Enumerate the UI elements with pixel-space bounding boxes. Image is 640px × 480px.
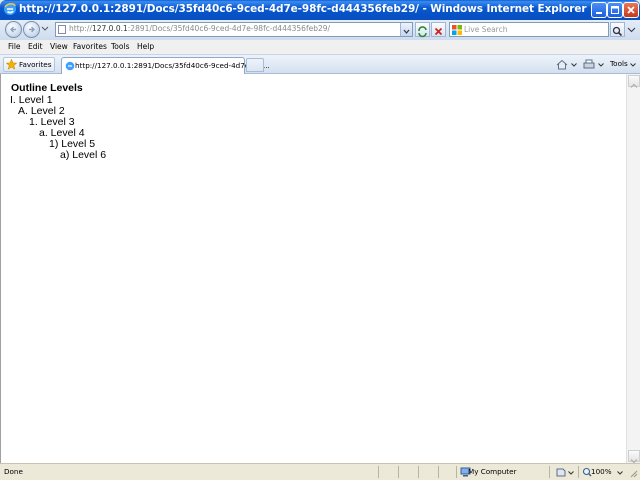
forward-button[interactable]	[23, 21, 40, 38]
protected-mode-dropdown-icon[interactable]	[568, 471, 574, 475]
search-options-dropdown-icon[interactable]	[627, 27, 636, 33]
tab-active-page[interactable]: http://127.0.0.1:2891/Docs/35fd40c6-9ced…	[61, 57, 270, 74]
new-tab-button[interactable]	[246, 58, 264, 72]
chevron-down-icon	[403, 29, 410, 34]
arrow-up-icon	[630, 83, 638, 88]
minimize-button[interactable]	[591, 2, 607, 18]
ie-logo-icon	[4, 3, 16, 15]
favorites-label: Favorites	[19, 60, 52, 69]
tools-dropdown-icon[interactable]	[630, 63, 636, 67]
page-heading: Outline Levels	[11, 82, 83, 94]
menu-edit[interactable]: Edit	[28, 42, 43, 51]
favorites-star-icon	[6, 59, 17, 70]
page-icon	[58, 25, 66, 34]
menu-help[interactable]: Help	[137, 42, 154, 51]
status-divider	[438, 466, 439, 478]
tab-title: http://127.0.0.1:2891/Docs/35fd40c6-9ced…	[75, 61, 270, 70]
close-button[interactable]	[623, 2, 639, 18]
tools-menu-button[interactable]: Tools	[610, 59, 628, 68]
status-text: Done	[4, 467, 23, 476]
ie-window: http://127.0.0.1:2891/Docs/35fd40c6-9ced…	[0, 0, 640, 480]
search-button[interactable]	[610, 22, 625, 37]
menu-view[interactable]: View	[50, 42, 68, 51]
resize-grip-icon[interactable]	[629, 469, 638, 478]
tab-bar: Favorites http://127.0.0.1:2891/Docs/35f…	[0, 54, 640, 74]
status-divider	[418, 466, 419, 478]
address-dropdown-button[interactable]	[400, 23, 412, 36]
page-content: Outline Levels I. Level 1 A. Level 2 1. …	[0, 74, 626, 463]
recent-pages-dropdown-icon[interactable]	[41, 26, 49, 32]
status-divider	[398, 466, 399, 478]
outline-level-6: a) Level 6	[60, 149, 107, 161]
menu-favorites[interactable]: Favorites	[73, 42, 107, 51]
search-box[interactable]: Live Search	[449, 22, 609, 37]
home-icon[interactable]	[556, 59, 568, 70]
maximize-icon	[611, 6, 619, 14]
window-title: http://127.0.0.1:2891/Docs/35fd40c6-9ced…	[19, 3, 587, 15]
search-icon	[612, 26, 623, 37]
menu-bar: File Edit View Favorites Tools Help	[0, 40, 640, 54]
stop-icon	[434, 27, 443, 36]
status-bar: Done My Computer 100%	[0, 463, 640, 480]
print-icon[interactable]	[583, 59, 595, 70]
protected-mode-icon[interactable]	[555, 467, 567, 477]
status-divider	[549, 466, 550, 478]
refresh-icon	[418, 26, 427, 38]
home-dropdown-icon[interactable]	[571, 63, 577, 67]
favorites-button[interactable]: Favorites	[3, 57, 55, 72]
search-input[interactable]: Live Search	[464, 25, 507, 34]
forward-arrow-icon	[29, 26, 35, 33]
menu-file[interactable]: File	[8, 42, 21, 51]
status-divider	[578, 466, 579, 478]
status-divider	[456, 466, 457, 478]
close-icon	[627, 6, 635, 14]
zoom-dropdown-icon[interactable]	[617, 471, 623, 475]
menu-tools[interactable]: Tools	[111, 42, 129, 51]
status-divider	[378, 466, 379, 478]
title-bar[interactable]: http://127.0.0.1:2891/Docs/35fd40c6-9ced…	[0, 0, 640, 20]
back-button[interactable]	[5, 21, 22, 38]
security-zone[interactable]: My Computer	[468, 467, 516, 476]
scroll-up-button[interactable]	[628, 75, 640, 88]
back-arrow-icon	[10, 26, 16, 33]
vertical-scrollbar[interactable]	[626, 74, 640, 464]
live-search-logo-icon	[452, 25, 462, 35]
print-dropdown-icon[interactable]	[598, 63, 604, 67]
scroll-down-button[interactable]	[628, 450, 640, 464]
ie-page-icon	[65, 61, 75, 71]
address-url[interactable]: http://127.0.0.1:2891/Docs/35fd40c6-9ced…	[69, 24, 330, 33]
zoom-level[interactable]: 100%	[591, 467, 612, 476]
address-bar[interactable]: http://127.0.0.1:2891/Docs/35fd40c6-9ced…	[55, 22, 413, 37]
stop-button[interactable]	[431, 22, 446, 37]
minimize-icon	[596, 12, 602, 14]
refresh-button[interactable]	[415, 22, 430, 38]
maximize-button[interactable]	[607, 2, 623, 18]
